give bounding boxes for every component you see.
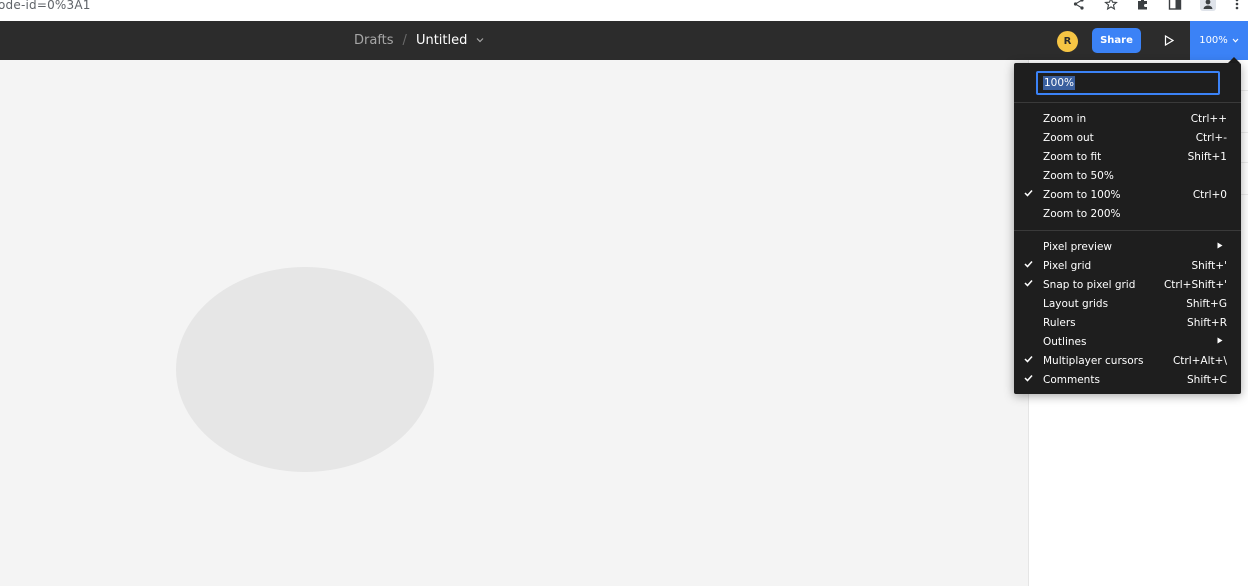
breadcrumb: Drafts / Untitled: [354, 21, 484, 60]
menu-item-zoom-to-200[interactable]: Zoom to 200%: [1014, 204, 1241, 223]
submenu-arrow-icon: [1217, 337, 1223, 346]
menu-item-label: Zoom out: [1043, 131, 1094, 144]
menu-item-zoom-to-50[interactable]: Zoom to 50%: [1014, 166, 1241, 185]
menu-item-rulers[interactable]: Rulers Shift+R: [1014, 313, 1241, 332]
menu-item-label: Layout grids: [1043, 297, 1109, 310]
menu-item-label: Pixel preview: [1043, 240, 1113, 253]
chevron-down-icon[interactable]: [476, 35, 484, 46]
checkmark-icon: [1024, 279, 1034, 290]
share-icon[interactable]: [1072, 0, 1086, 14]
design-canvas[interactable]: [0, 60, 1028, 586]
checkmark-icon: [1024, 374, 1034, 385]
menu-item-label: Outlines: [1043, 335, 1087, 348]
zoom-input-selected-text: 100%: [1043, 76, 1076, 90]
zoom-value-input[interactable]: 100%: [1036, 71, 1220, 95]
menu-item-pixel-preview[interactable]: Pixel preview: [1014, 237, 1241, 256]
menu-item-snap-to-pixel-grid[interactable]: Snap to pixel grid Ctrl+Shift+': [1014, 275, 1241, 294]
menu-item-label: Zoom to 200%: [1043, 207, 1121, 220]
url-text[interactable]: ode-id=0%3A1: [0, 0, 91, 12]
menu-item-label: Comments: [1043, 373, 1100, 386]
avatar[interactable]: R: [1057, 31, 1078, 52]
menu-item-zoom-out[interactable]: Zoom out Ctrl+-: [1014, 128, 1241, 147]
present-play-icon[interactable]: [1160, 31, 1178, 49]
sidepanel-icon[interactable]: [1168, 0, 1182, 14]
menu-item-zoom-to-100[interactable]: Zoom to 100% Ctrl+0: [1014, 185, 1241, 204]
menu-item-multiplayer-cursors[interactable]: Multiplayer cursors Ctrl+Alt+\: [1014, 351, 1241, 370]
profile-icon[interactable]: [1200, 0, 1216, 14]
menu-item-pixel-grid[interactable]: Pixel grid Shift+': [1014, 256, 1241, 275]
menu-item-label: Zoom in: [1043, 112, 1087, 125]
share-button[interactable]: Share: [1092, 28, 1141, 53]
checkmark-icon: [1024, 260, 1034, 271]
menu-item-label: Pixel grid: [1043, 259, 1092, 272]
menu-item-label: Snap to pixel grid: [1043, 278, 1136, 291]
menu-item-label: Zoom to 50%: [1043, 169, 1114, 182]
menu-item-zoom-in[interactable]: Zoom in Ctrl++: [1014, 109, 1241, 128]
menu-item-outlines[interactable]: Outlines: [1014, 332, 1241, 351]
menu-item-layout-grids[interactable]: Layout grids Shift+G: [1014, 294, 1241, 313]
submenu-arrow-icon: [1217, 242, 1223, 251]
file-title[interactable]: Untitled: [416, 33, 467, 48]
extensions-icon[interactable]: [1136, 0, 1150, 14]
menu-item-shortcut: Shift+': [1191, 259, 1227, 272]
menu-item-shortcut: Ctrl+-: [1195, 131, 1227, 144]
menu-item-comments[interactable]: Comments Shift+C: [1014, 370, 1241, 389]
menu-item-shortcut: Ctrl+Shift+': [1163, 278, 1227, 291]
zoom-view-menu: 100% Zoom in Ctrl++ Zoom out Ctrl+- Zoom to …: [1014, 63, 1241, 394]
zoom-dropdown-button[interactable]: 100%: [1190, 21, 1248, 60]
menu-item-label: Rulers: [1043, 316, 1076, 329]
menu-item-shortcut: Ctrl+0: [1192, 188, 1227, 201]
zoom-level-label: 100%: [1199, 35, 1228, 46]
more-icon[interactable]: [1234, 0, 1240, 14]
menu-item-shortcut: Shift+G: [1186, 297, 1227, 310]
menu-item-zoom-to-fit[interactable]: Zoom to fit Shift+1: [1014, 147, 1241, 166]
checkmark-icon: [1024, 355, 1034, 366]
menu-separator: [1014, 230, 1241, 231]
browser-address-bar: ode-id=0%3A1: [0, 0, 1248, 21]
chevron-down-icon: [1232, 36, 1239, 46]
menu-item-shortcut: Shift+R: [1187, 316, 1227, 329]
menu-item-label: Zoom to fit: [1043, 150, 1102, 163]
breadcrumb-drafts[interactable]: Drafts: [354, 33, 394, 48]
menu-item-label: Zoom to 100%: [1043, 188, 1121, 201]
menu-item-shortcut: Shift+C: [1187, 373, 1227, 386]
menu-item-shortcut: Ctrl++: [1190, 112, 1227, 125]
breadcrumb-separator: /: [402, 33, 407, 48]
menu-separator: [1014, 102, 1241, 103]
checkmark-icon: [1024, 189, 1034, 200]
browser-toolbar-icons: [1072, 0, 1240, 14]
ellipse-shape[interactable]: [176, 267, 434, 472]
star-icon[interactable]: [1104, 0, 1118, 14]
menu-item-shortcut: Shift+1: [1187, 150, 1227, 163]
menu-item-shortcut: Ctrl+Alt+\: [1172, 354, 1227, 367]
menu-item-label: Multiplayer cursors: [1043, 354, 1144, 367]
